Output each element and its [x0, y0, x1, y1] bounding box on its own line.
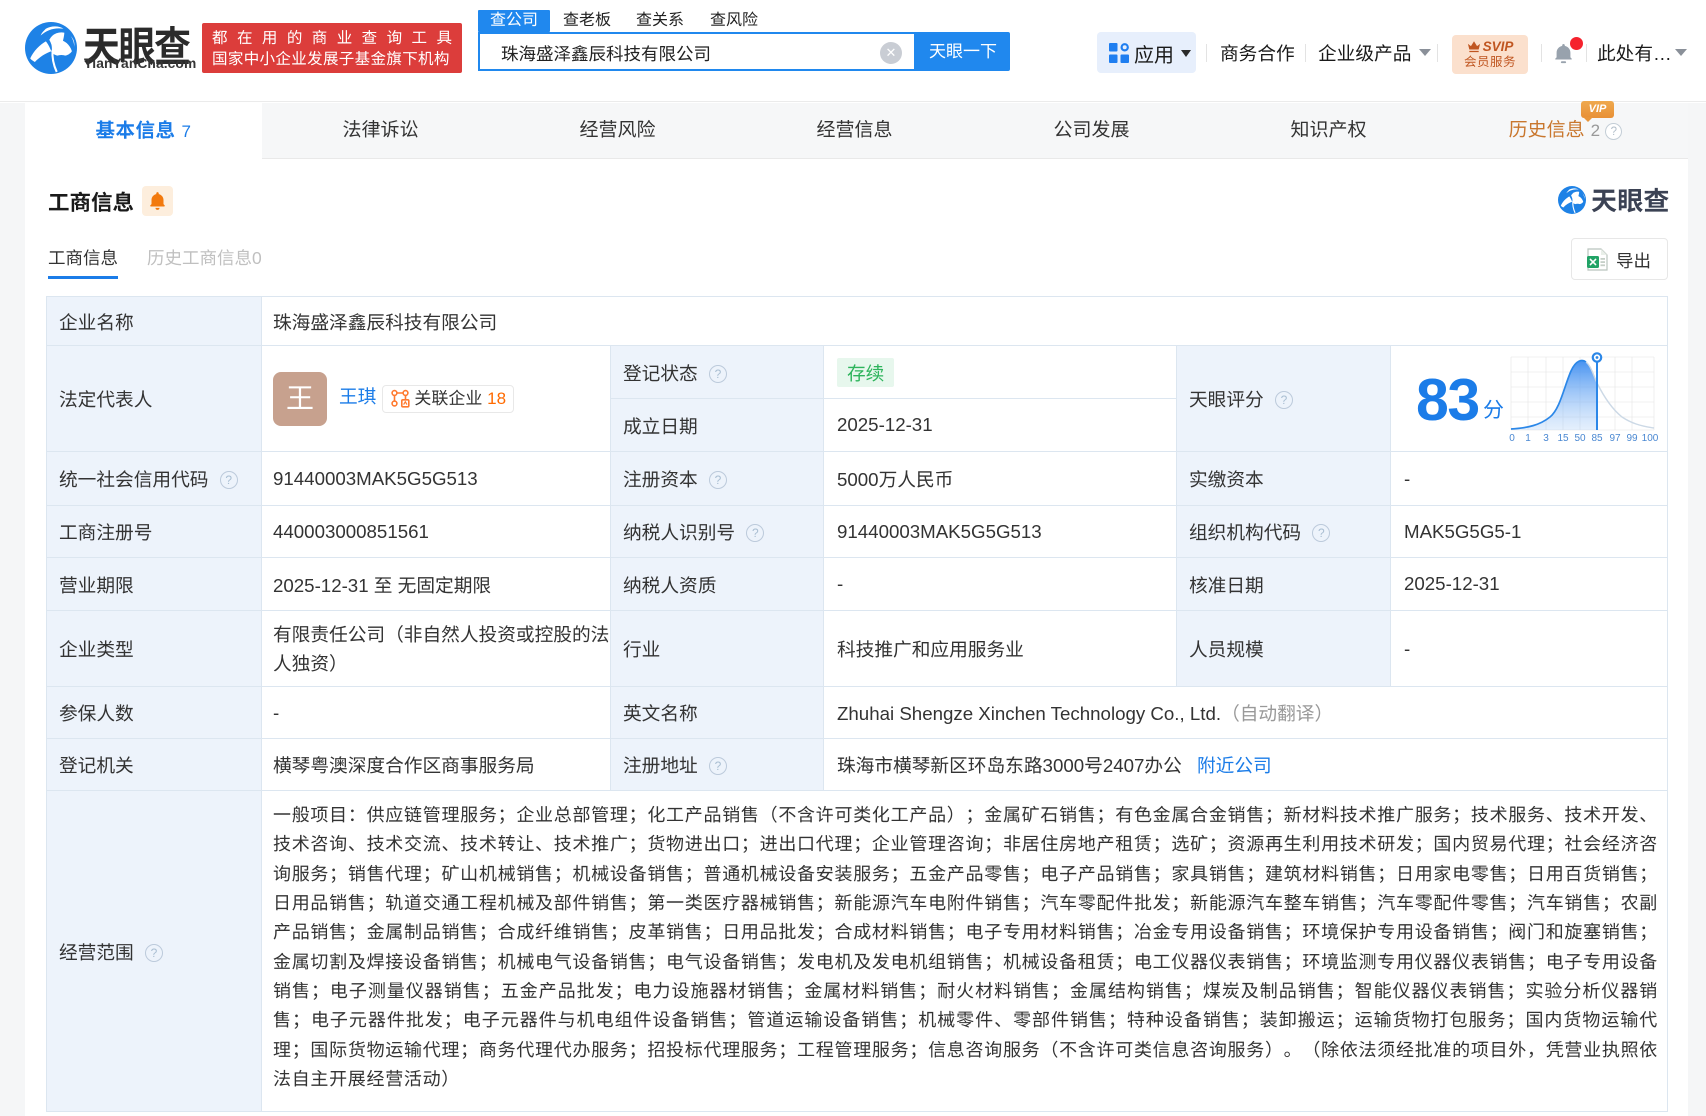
svg-text:50: 50 — [1574, 433, 1586, 444]
svg-text:3: 3 — [1543, 433, 1549, 444]
svg-text:97: 97 — [1609, 433, 1621, 444]
svg-text:1: 1 — [1525, 433, 1531, 444]
svg-text:0: 0 — [1509, 433, 1515, 444]
svg-text:15: 15 — [1557, 433, 1569, 444]
svg-text:100: 100 — [1642, 433, 1659, 444]
svg-text:99: 99 — [1626, 433, 1638, 444]
svg-text:85: 85 — [1591, 433, 1603, 444]
